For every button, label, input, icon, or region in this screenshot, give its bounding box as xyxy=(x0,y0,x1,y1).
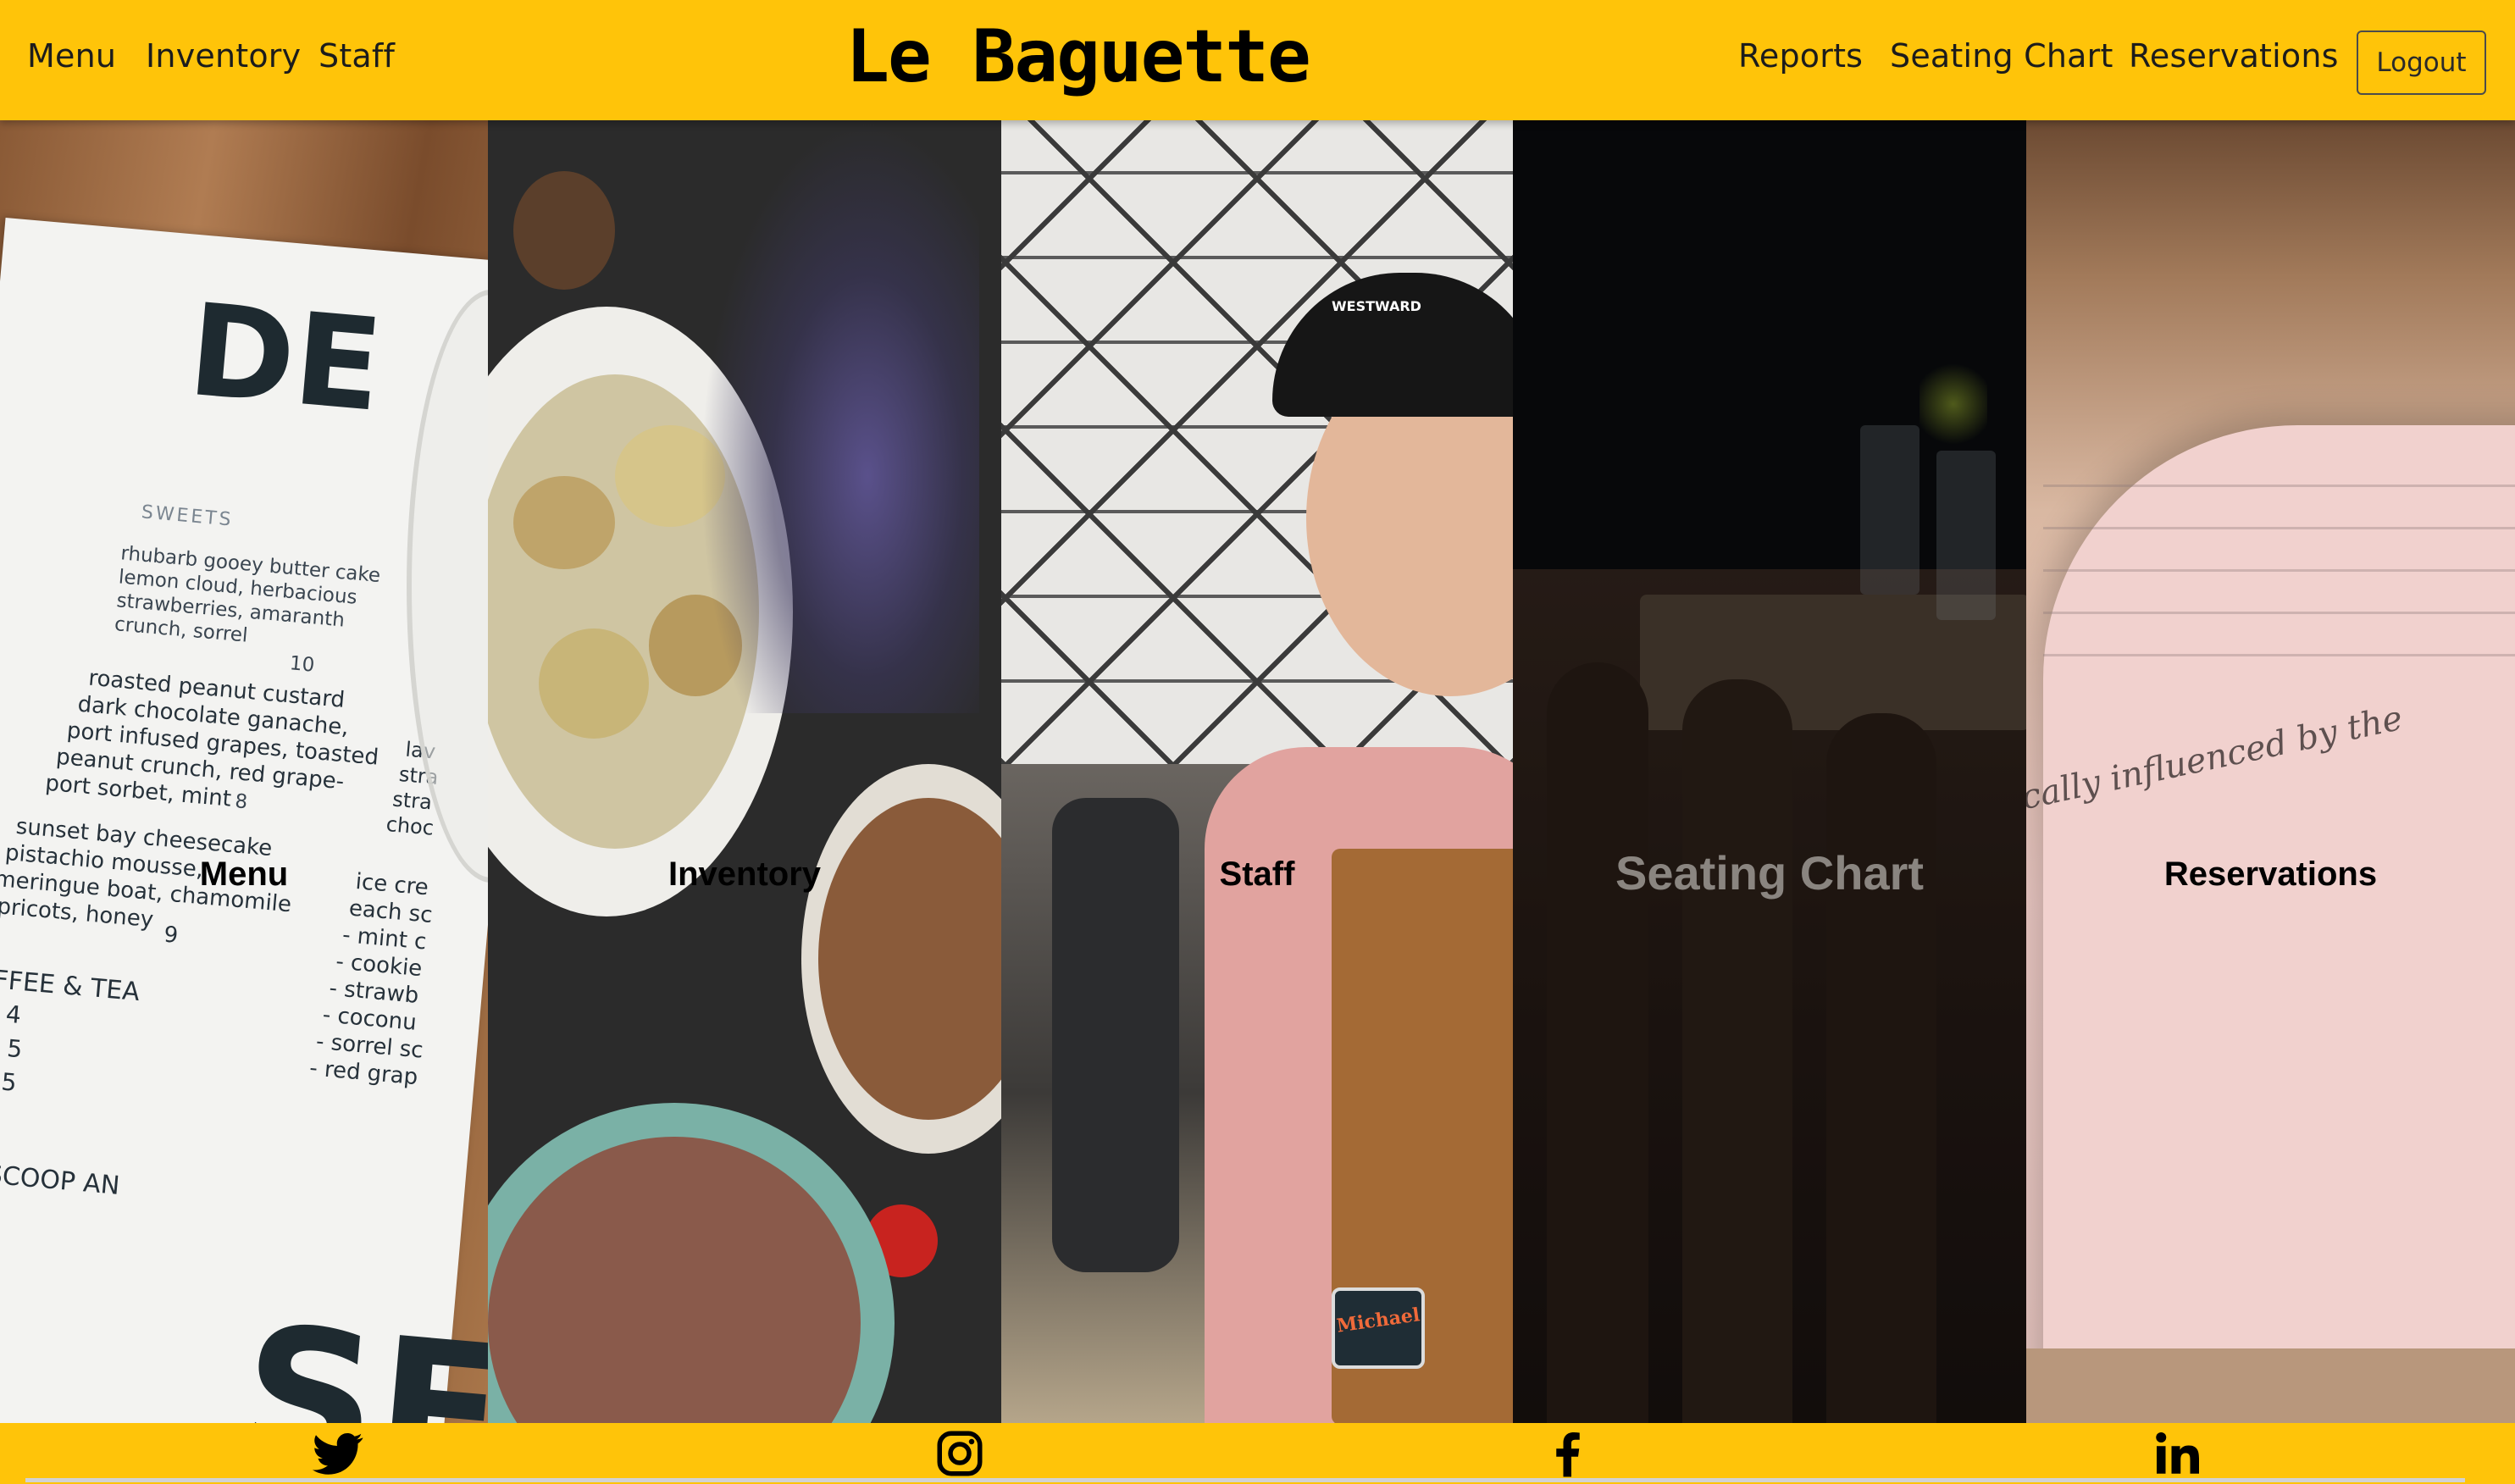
instagram-icon[interactable] xyxy=(932,1428,988,1479)
panel-label-seating-chart: Seating Chart xyxy=(1615,846,1925,900)
nav-link-seating-chart[interactable]: Seating Chart xyxy=(1890,37,2113,75)
facebook-icon[interactable] xyxy=(1540,1428,1596,1479)
twitter-icon[interactable] xyxy=(310,1428,366,1479)
footer-bar xyxy=(0,1423,2515,1484)
menu-photo-heading: DE xyxy=(183,276,388,440)
menu-photo: DE SWEETS rhubarb gooey butter cake lemo… xyxy=(0,217,488,1423)
menu-photo-big-letters: SE xyxy=(233,1285,488,1423)
menu-photo-line: ccino 5 xyxy=(0,1028,24,1064)
linkedin-icon[interactable] xyxy=(2150,1428,2206,1479)
notebook-line xyxy=(2043,612,2515,614)
panel-inventory[interactable]: Inventory xyxy=(488,120,1001,1423)
nav-link-staff[interactable]: Staff xyxy=(319,37,395,75)
panel-label-staff: Staff xyxy=(1219,856,1295,893)
cap-text: WESTWARD xyxy=(1332,298,1421,314)
panel-seating-chart[interactable]: Seating Chart xyxy=(1513,120,2026,1423)
menu-photo-line: 8 xyxy=(234,790,249,814)
panel-staff[interactable]: WESTWARD Michael Staff xyxy=(1001,120,1513,1423)
notebook-shape xyxy=(2043,425,2515,1423)
panel-overlay xyxy=(1513,120,2026,1423)
footer-divider xyxy=(25,1478,2465,1482)
top-navbar: Menu Inventory Staff Le Baguette Reports… xyxy=(0,0,2515,120)
nav-link-inventory[interactable]: Inventory xyxy=(146,37,301,75)
panel-reservations[interactable]: cally influenced by the Reservations xyxy=(2026,120,2515,1423)
panel-label-reservations: Reservations xyxy=(2163,856,2378,893)
name-badge: Michael xyxy=(1332,1287,1425,1369)
menu-photo-line: COFFEE & TEA xyxy=(0,961,141,1008)
menu-photo-line: press 5 xyxy=(0,1061,18,1097)
menu-photo-line: esso 4 xyxy=(0,994,23,1030)
notebook-line xyxy=(2043,485,2515,487)
notebook-line xyxy=(2043,654,2515,656)
menu-photo-line: 10 xyxy=(288,652,316,677)
nav-link-reservations[interactable]: Reservations xyxy=(2129,37,2339,75)
notebook-line xyxy=(2043,569,2515,572)
notebook-line xyxy=(2043,527,2515,529)
onion-shape xyxy=(539,628,649,739)
menu-photo-line: choc xyxy=(385,811,435,840)
lavender-shape xyxy=(700,120,979,713)
menu-photo-line: 9 xyxy=(163,922,180,949)
nav-link-menu[interactable]: Menu xyxy=(27,37,116,75)
menu-photo-line: OUR SCOOP AN xyxy=(0,1155,121,1201)
nav-link-reports[interactable]: Reports xyxy=(1738,37,1863,75)
name-badge-text: Michael xyxy=(1335,1304,1421,1337)
panel-menu[interactable]: DE SWEETS rhubarb gooey butter cake lemo… xyxy=(0,120,488,1423)
menu-photo-line: stra xyxy=(391,787,434,815)
pinecone-shape xyxy=(513,171,615,290)
brand-logo[interactable]: Le Baguette xyxy=(844,15,1311,98)
menu-photo-section: SWEETS xyxy=(140,501,235,531)
onion-shape xyxy=(513,476,615,569)
feature-panels: DE SWEETS rhubarb gooey butter cake lemo… xyxy=(0,120,2515,1423)
logout-button[interactable]: Logout xyxy=(2357,30,2486,95)
table-shape xyxy=(2026,1348,2515,1423)
panel-label-inventory: Inventory xyxy=(668,856,822,893)
panel-label-menu: Menu xyxy=(199,856,289,893)
